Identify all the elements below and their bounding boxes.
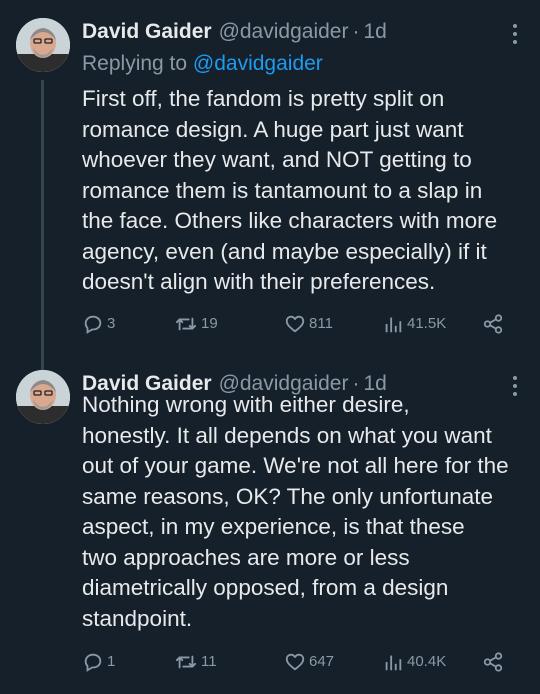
share-icon — [483, 652, 503, 672]
retweet-count: 11 — [201, 653, 217, 670]
like-button[interactable]: 811 — [284, 310, 333, 338]
replying-to-label: Replying to — [82, 52, 188, 75]
heart-icon — [285, 315, 305, 333]
views-count: 41.5K — [407, 315, 447, 332]
share-icon — [483, 314, 503, 334]
reply-icon — [84, 653, 102, 672]
timestamp[interactable]: 1d — [363, 18, 386, 46]
author-name[interactable]: David Gaider — [82, 18, 212, 46]
reply-button[interactable]: 3 — [82, 310, 115, 338]
separator-dot: · — [352, 20, 360, 43]
thread-connector-line — [41, 80, 44, 380]
avatar[interactable] — [16, 370, 70, 424]
tweet[interactable]: David Gaider @davidgaider · 1d Nothing w… — [0, 352, 540, 694]
tweet-text: First off, the fandom is pretty split on… — [82, 86, 498, 294]
tweet-actions: 3 19 811 41.5K — [82, 310, 522, 338]
reply-icon — [84, 315, 102, 334]
like-count: 811 — [309, 315, 333, 332]
retweet-button[interactable]: 19 — [174, 310, 218, 338]
tweet-text: Nothing wrong with either desire, honest… — [82, 392, 509, 631]
retweet-button[interactable]: 11 — [174, 648, 217, 676]
more-options-icon[interactable] — [512, 24, 518, 44]
tweet-header: David Gaider @davidgaider · 1d — [82, 18, 387, 46]
replying-to: Replying to @davidgaider — [82, 50, 323, 78]
share-button[interactable] — [482, 648, 504, 676]
retweet-icon — [175, 655, 197, 669]
tweet-thread: David Gaider @davidgaider · 1d Replying … — [0, 0, 540, 694]
tweet[interactable]: David Gaider @davidgaider · 1d Replying … — [0, 0, 540, 380]
views-button[interactable]: 41.5K — [382, 310, 446, 338]
reply-count: 3 — [107, 315, 116, 332]
views-chart-icon — [385, 317, 402, 333]
reply-mention-link[interactable]: @davidgaider — [193, 52, 323, 75]
tweet-actions: 1 11 647 40.4K — [82, 648, 522, 676]
author-handle[interactable]: @davidgaider — [219, 18, 349, 46]
views-count: 40.4K — [407, 653, 447, 670]
views-button[interactable]: 40.4K — [382, 648, 446, 676]
reply-button[interactable]: 1 — [82, 648, 115, 676]
like-button[interactable]: 647 — [284, 648, 334, 676]
heart-icon — [285, 653, 305, 671]
retweet-count: 19 — [201, 315, 218, 332]
share-button[interactable] — [482, 310, 504, 338]
retweet-icon — [175, 317, 197, 331]
avatar[interactable] — [16, 18, 70, 72]
views-chart-icon — [385, 655, 402, 671]
like-count: 647 — [309, 653, 335, 670]
reply-count: 1 — [107, 653, 116, 670]
